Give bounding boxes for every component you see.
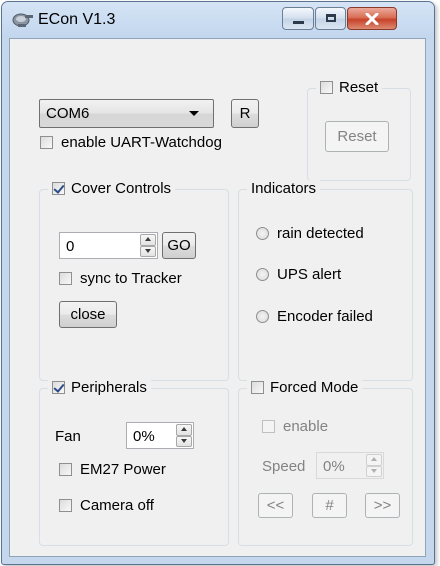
cover-position-stepper[interactable]: 0 [59,232,158,259]
title-bar[interactable]: ECon V1.3 [2,2,434,38]
encoder-indicator-label: Encoder failed [277,308,373,325]
indicator-rain: rain detected [256,225,364,242]
minimize-icon [293,21,304,24]
cover-position-spin[interactable] [140,234,156,257]
encoder-indicator-radio [256,310,269,323]
forced-mode-groupbox: Forced Mode enable Speed 0% << # >> [238,379,413,546]
rain-indicator-label: rain detected [277,225,364,242]
app-window: ECon V1.3 COM6 R enable UART-Watchdog Re… [1,1,435,565]
indicators-legend: Indicators [247,180,321,197]
cover-position-value: 0 [66,238,75,255]
watchdog-checkbox[interactable] [40,136,53,149]
forced-mode-checkbox[interactable] [251,381,264,394]
cover-controls-legend[interactable]: Cover Controls [48,180,176,197]
maximize-button[interactable] [315,7,346,30]
peripherals-checkbox[interactable] [52,381,65,394]
cover-controls-label: Cover Controls [71,180,172,197]
spin-up-button[interactable] [366,454,382,466]
sync-tracker-label: sync to Tracker [80,270,182,287]
rain-indicator-radio [256,227,269,240]
sync-tracker-row[interactable]: sync to Tracker [59,270,182,287]
forced-mode-legend[interactable]: Forced Mode [247,379,363,396]
maximize-icon [326,14,336,22]
camera-off-label: Camera off [80,497,154,514]
arrow-down-icon [371,468,377,473]
em27-power-checkbox[interactable] [59,463,72,476]
peripherals-groupbox: Peripherals Fan 0% EM27 Power Camera off [39,379,229,546]
spin-up-button[interactable] [140,234,156,246]
com-port-select[interactable]: COM6 [39,99,214,128]
forced-enable-checkbox[interactable] [262,420,275,433]
arrow-up-icon [371,457,377,461]
spin-down-button[interactable] [176,435,192,447]
indicators-groupbox: Indicators rain detected UPS alert Encod… [238,180,413,381]
fan-label: Fan [55,428,81,445]
indicators-label: Indicators [251,180,317,197]
arrow-down-icon [145,248,151,253]
camera-off-row[interactable]: Camera off [59,497,154,514]
satellite-dish-icon [12,11,34,29]
fan-speed-stepper[interactable]: 0% [126,422,194,449]
stop-label: # [325,497,334,514]
spin-up-button[interactable] [176,424,192,436]
cover-controls-groupbox: Cover Controls 0 GO sync to Tracker clos… [39,180,229,381]
reset-checkbox-label: Reset [339,79,379,96]
go-button-label: GO [167,237,191,254]
indicator-encoder: Encoder failed [256,308,373,325]
close-cover-label: close [70,306,106,323]
ups-indicator-radio [256,268,269,281]
step-back-button[interactable]: << [258,493,293,518]
window-title: ECon V1.3 [38,11,116,28]
watchdog-checkbox-row[interactable]: enable UART-Watchdog [40,134,222,151]
sync-tracker-checkbox[interactable] [59,272,72,285]
em27-power-row[interactable]: EM27 Power [59,461,166,478]
reset-checkbox[interactable] [320,81,333,94]
minimize-button[interactable] [282,7,314,30]
spin-down-button[interactable] [140,245,156,257]
peripherals-legend[interactable]: Peripherals [48,379,151,396]
reset-legend[interactable]: Reset [316,79,383,96]
close-cover-button[interactable]: close [59,301,117,328]
reset-button[interactable]: Reset [325,121,389,152]
speed-label: Speed [262,458,306,475]
step-forward-label: >> [373,497,392,514]
arrow-down-icon [181,438,187,443]
peripherals-label: Peripherals [71,379,147,396]
fan-speed-spin[interactable] [176,424,192,447]
speed-spin[interactable] [366,454,382,477]
com-port-value: COM6 [46,105,90,122]
speed-value: 0% [323,458,345,475]
go-button[interactable]: GO [162,232,196,259]
fan-speed-value: 0% [133,428,155,445]
spin-down-button[interactable] [366,465,382,477]
reset-button-label: Reset [337,128,377,145]
ups-indicator-label: UPS alert [277,266,342,283]
forced-enable-label: enable [283,418,329,435]
cover-controls-checkbox[interactable] [52,182,65,195]
stop-button[interactable]: # [312,493,347,518]
reset-groupbox: Reset Reset [307,79,411,181]
arrow-up-icon [145,237,151,241]
close-button[interactable] [347,7,397,30]
close-icon [348,8,396,29]
refresh-button[interactable]: R [231,99,259,128]
camera-off-checkbox[interactable] [59,499,72,512]
client-area: COM6 R enable UART-Watchdog Reset Reset [9,38,426,557]
indicator-ups: UPS alert [256,266,341,283]
step-back-label: << [266,497,285,514]
speed-stepper[interactable]: 0% [316,452,384,479]
em27-power-label: EM27 Power [80,461,166,478]
forced-enable-row[interactable]: enable [262,418,328,435]
watchdog-label: enable UART-Watchdog [61,134,222,151]
forced-mode-label: Forced Mode [270,379,359,396]
refresh-button-label: R [239,105,251,122]
step-forward-button[interactable]: >> [365,493,400,518]
arrow-up-icon [181,427,187,431]
chevron-down-icon [189,111,199,116]
